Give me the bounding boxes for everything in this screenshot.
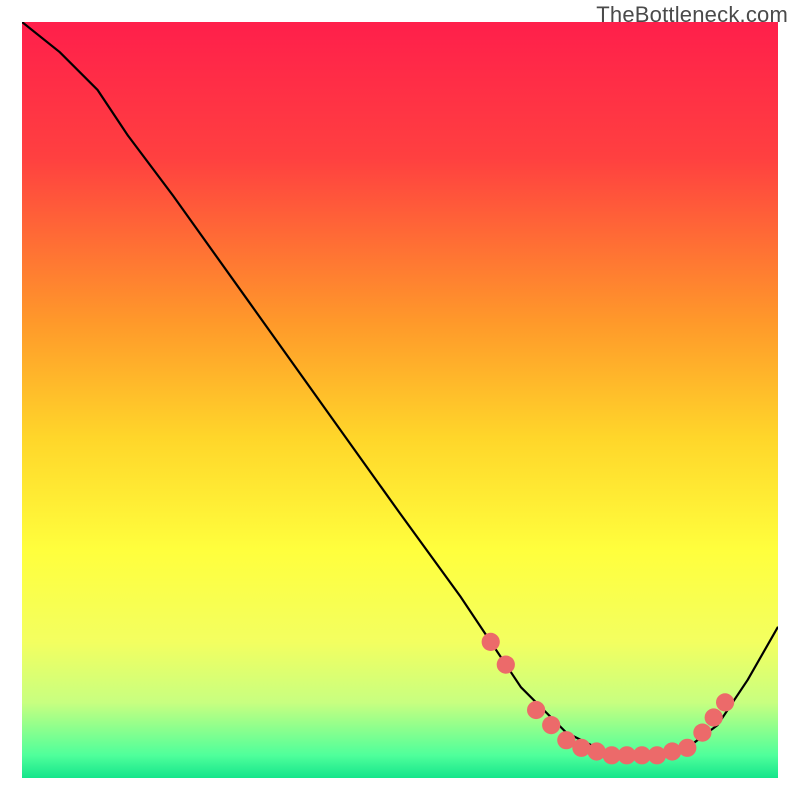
marker-dot [497, 656, 515, 674]
marker-dot [572, 739, 590, 757]
marker-dot [482, 633, 500, 651]
gradient-background [22, 22, 778, 778]
plot-area [22, 22, 778, 778]
marker-dot [527, 701, 545, 719]
marker-dot [542, 716, 560, 734]
marker-dot [705, 708, 723, 726]
marker-dot [663, 742, 681, 760]
attribution-text: TheBottleneck.com [596, 2, 788, 28]
chart-svg [22, 22, 778, 778]
marker-dot [588, 742, 606, 760]
marker-dot [693, 724, 711, 742]
marker-dot [716, 693, 734, 711]
marker-dot [678, 739, 696, 757]
marker-dot [648, 746, 666, 764]
chart-frame: TheBottleneck.com [0, 0, 800, 800]
